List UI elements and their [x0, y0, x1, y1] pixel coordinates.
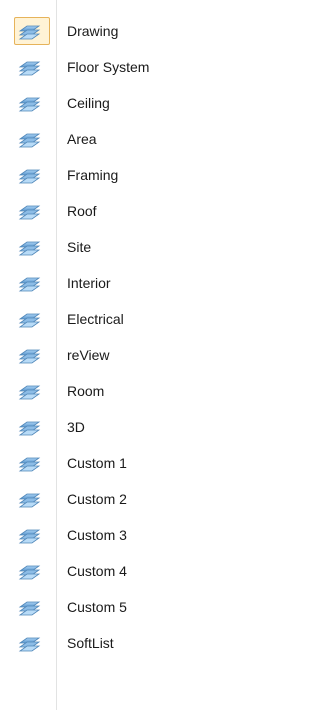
- layer-stack-icon: [18, 381, 41, 401]
- menu-item-label: Custom 5: [67, 599, 127, 615]
- menu-item-framing[interactable]: Framing: [0, 157, 241, 193]
- menu-item-label: Drawing: [67, 23, 119, 39]
- menu-item-label: Custom 1: [67, 455, 127, 471]
- layer-set-menu: Drawing Floor System Ceiling Area Framin…: [0, 0, 241, 710]
- layer-stack-icon: [18, 273, 41, 293]
- menu-item-custom-3[interactable]: Custom 3: [0, 517, 241, 553]
- menu-item-label: Custom 2: [67, 491, 127, 507]
- layer-stack-icon: [18, 165, 41, 185]
- layer-stack-icon: [18, 345, 41, 365]
- menu-item-custom-5[interactable]: Custom 5: [0, 589, 241, 625]
- menu-item-label: Room: [67, 383, 105, 399]
- menu-item-label: Floor System: [67, 59, 150, 75]
- layer-stack-icon: [18, 93, 41, 113]
- menu-item-label: Roof: [67, 203, 97, 219]
- layer-stack-icon: [18, 561, 41, 581]
- menu-item-label: Interior: [67, 275, 111, 291]
- menu-item-floor-system[interactable]: Floor System: [0, 49, 241, 85]
- layer-stack-icon: [18, 237, 41, 257]
- menu-item-interior[interactable]: Interior: [0, 265, 241, 301]
- menu-item-custom-2[interactable]: Custom 2: [0, 481, 241, 517]
- layer-stack-icon: [18, 201, 41, 221]
- menu-item-label: Framing: [67, 167, 119, 183]
- layer-stack-icon: [18, 489, 41, 509]
- menu-item-roof[interactable]: Roof: [0, 193, 241, 229]
- menu-item-label: SoftList: [67, 635, 114, 651]
- menu-item-label: 3D: [67, 419, 85, 435]
- menu-item-label: Electrical: [67, 311, 124, 327]
- menu-item-3d[interactable]: 3D: [0, 409, 241, 445]
- menu-item-site[interactable]: Site: [0, 229, 241, 265]
- layer-stack-icon: [18, 417, 41, 437]
- layer-stack-icon: [18, 309, 41, 329]
- layer-stack-icon: [18, 129, 41, 149]
- menu-item-area[interactable]: Area: [0, 121, 241, 157]
- menu-item-ceiling[interactable]: Ceiling: [0, 85, 241, 121]
- menu-item-label: Custom 3: [67, 527, 127, 543]
- menu-item-custom-4[interactable]: Custom 4: [0, 553, 241, 589]
- menu-item-review[interactable]: reView: [0, 337, 241, 373]
- layer-stack-icon: [18, 21, 41, 41]
- menu-item-custom-1[interactable]: Custom 1: [0, 445, 241, 481]
- menu-item-drawing[interactable]: Drawing: [0, 13, 241, 49]
- layer-stack-icon: [18, 597, 41, 617]
- menu-item-label: Area: [67, 131, 97, 147]
- layer-stack-icon: [18, 453, 41, 473]
- menu-item-label: Ceiling: [67, 95, 110, 111]
- menu-item-softlist[interactable]: SoftList: [0, 625, 241, 661]
- layer-stack-icon: [18, 525, 41, 545]
- layer-stack-icon: [18, 633, 41, 653]
- menu-item-room[interactable]: Room: [0, 373, 241, 409]
- menu-item-label: reView: [67, 347, 110, 363]
- menu-item-electrical[interactable]: Electrical: [0, 301, 241, 337]
- menu-item-label: Custom 4: [67, 563, 127, 579]
- layer-stack-icon: [18, 57, 41, 77]
- menu-item-label: Site: [67, 239, 92, 255]
